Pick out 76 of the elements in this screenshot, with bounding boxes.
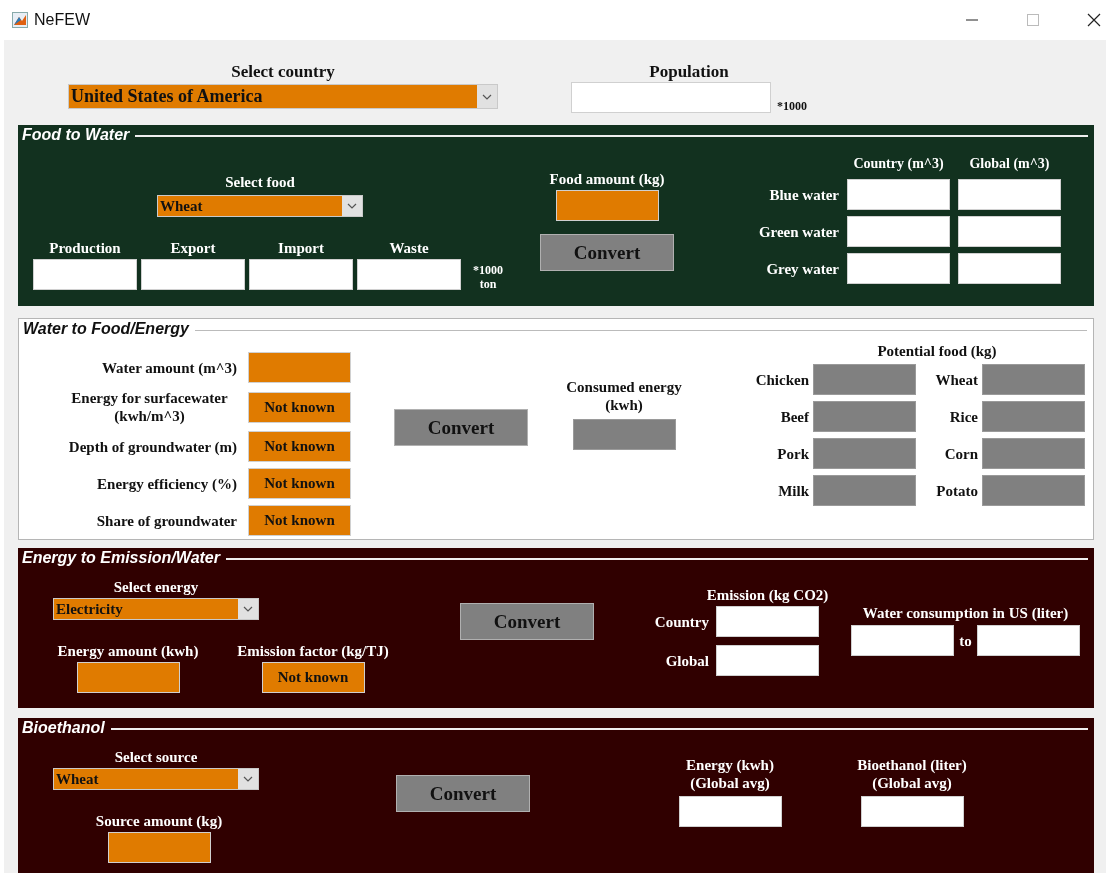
input-field[interactable]: [107, 832, 211, 863]
field-label: Select country: [230, 62, 336, 82]
field-label: Energy efficiency (%): [97, 474, 237, 493]
field-label: Depth of groundwater (m): [68, 437, 237, 456]
field-label: Import: [278, 239, 324, 257]
field-label: Bioethanol (liter) (Global avg): [856, 756, 968, 792]
panel-title: Bioethanol: [22, 719, 105, 737]
row-label: Rice: [948, 407, 978, 426]
row-label: Beef: [779, 407, 809, 426]
field-label: Consumed energy (kwh): [565, 378, 683, 414]
close-icon[interactable]: [1087, 13, 1101, 27]
source-dropdown[interactable]: Wheat: [53, 768, 259, 790]
row-label: Global: [664, 651, 709, 670]
input-field[interactable]: [357, 259, 461, 290]
chevron-icon: [347, 203, 357, 209]
range-separator: to: [958, 631, 973, 650]
input-field[interactable]: Not known: [248, 505, 351, 536]
section-label: Potential food (kg): [877, 342, 997, 360]
field-label: Select energy: [113, 578, 199, 596]
panel-title: Energy to Emission/Water: [22, 549, 220, 567]
unit-label: *1000 ton: [472, 263, 504, 291]
country-dropdown[interactable]: United States of America: [68, 84, 498, 109]
field-label: Energy for surfacewater (kwh/m^3): [70, 389, 229, 425]
field-label: Energy (kwh) (Global avg): [685, 756, 775, 792]
convert-button[interactable]: Convert: [540, 234, 674, 271]
panel-title: Water to Food/Energy: [23, 320, 189, 338]
row-label: Milk: [777, 481, 809, 500]
row-label: Pork: [776, 444, 809, 463]
convert-button[interactable]: Convert: [394, 409, 528, 446]
field-label: Emission factor (kg/TJ): [237, 642, 389, 660]
panel-title: Food to Water: [22, 126, 130, 144]
section-label: Emission (kg CO2): [706, 586, 829, 604]
field-label: Water amount (m^3): [101, 358, 237, 377]
chevron-icon: [243, 606, 253, 612]
row-label: Country: [653, 612, 709, 631]
row-label: Potato: [935, 481, 978, 500]
app-icon: [12, 12, 28, 28]
input-field[interactable]: [33, 259, 137, 290]
section-label: Water consumption in US (liter): [862, 604, 1069, 622]
food-dropdown[interactable]: Wheat: [157, 195, 363, 217]
field-label: Export: [170, 239, 216, 257]
row-label: Green water: [757, 222, 839, 241]
field-label: Waste: [389, 239, 429, 257]
row-label: Corn: [943, 444, 978, 463]
input-field[interactable]: [76, 662, 180, 693]
convert-button[interactable]: Convert: [460, 603, 594, 640]
input-field[interactable]: Not known: [248, 431, 351, 462]
row-label: Wheat: [934, 370, 978, 389]
population-field[interactable]: [571, 82, 771, 113]
row-label: Blue water: [768, 185, 839, 204]
row-label: Chicken: [754, 370, 809, 389]
window-title: NeFEW: [34, 11, 90, 29]
input-field[interactable]: [555, 190, 659, 221]
energy-dropdown[interactable]: Electricity: [53, 598, 259, 620]
chevron-icon: [482, 93, 492, 100]
column-header: Country (m^3): [853, 155, 944, 173]
maximize-icon[interactable]: [1026, 13, 1040, 27]
input-field[interactable]: Not known: [261, 662, 365, 693]
input-field[interactable]: [248, 352, 351, 383]
column-header: Global (m^3): [969, 155, 1050, 173]
convert-button[interactable]: Convert: [396, 775, 530, 812]
unit-label: *1000: [777, 99, 807, 113]
field-label: Population: [648, 62, 730, 82]
input-field[interactable]: [141, 259, 245, 290]
field-label: Select food: [225, 173, 295, 191]
input-field[interactable]: Not known: [248, 391, 351, 423]
field-label: Select source: [114, 748, 198, 766]
field-label: Energy amount (kwh): [57, 642, 199, 660]
input-field[interactable]: Not known: [248, 468, 351, 499]
field-label: Food amount (kg): [549, 170, 665, 188]
field-label: Source amount (kg): [95, 812, 223, 830]
field-label: Share of groundwater: [96, 511, 237, 530]
field-label: Production: [49, 239, 121, 257]
row-label: Grey water: [765, 259, 839, 278]
chevron-icon: [243, 776, 253, 782]
input-field[interactable]: [249, 259, 353, 290]
